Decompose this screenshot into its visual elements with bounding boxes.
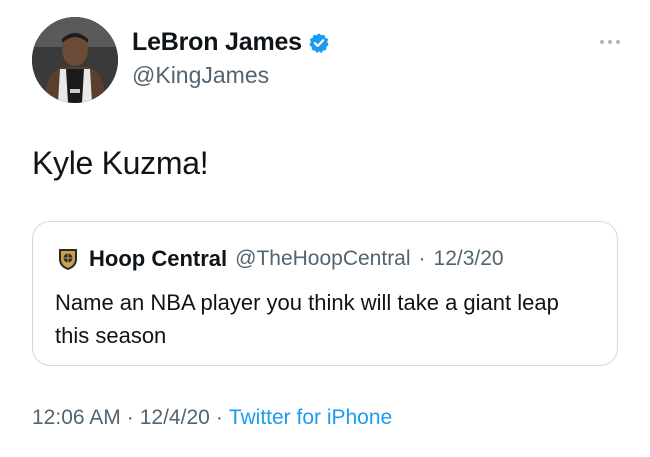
quoted-tweet-header: Hoop Central @TheHoopCentral · 12/3/20 (55, 246, 504, 272)
quoted-tweet-text: Name an NBA player you think will take a… (55, 290, 559, 348)
tweet-time[interactable]: 12:06 AM (32, 406, 121, 430)
more-dot (608, 40, 612, 44)
more-options-icon[interactable] (600, 40, 620, 44)
author-name-row: LeBron James (132, 28, 330, 57)
hoop-central-logo-icon[interactable] (55, 246, 81, 272)
tweet-text: Kyle Kuzma! (32, 145, 209, 181)
quoted-author-name[interactable]: Hoop Central (89, 246, 227, 272)
quoted-author-handle[interactable]: @TheHoopCentral (235, 247, 410, 271)
author-avatar[interactable] (32, 17, 118, 103)
quoted-separator: · (418, 247, 426, 270)
quoted-tweet[interactable]: Hoop Central @TheHoopCentral · 12/3/20 N… (32, 221, 618, 366)
tweet-metadata: 12:06 AM · 12/4/20 · Twitter for iPhone (32, 406, 392, 430)
tweet-date[interactable]: 12/4/20 (140, 406, 210, 430)
tweet-card: LeBron James @KingJames Kyle Kuzma! Hoop… (0, 0, 650, 457)
more-dot (616, 40, 620, 44)
verified-badge-icon (308, 32, 330, 54)
meta-separator: · (126, 406, 134, 429)
quoted-date[interactable]: 12/3/20 (434, 247, 504, 271)
tweet-source-link[interactable]: Twitter for iPhone (229, 406, 392, 430)
meta-separator: · (215, 406, 223, 429)
author-display-name[interactable]: LeBron James (132, 28, 302, 57)
more-dot (600, 40, 604, 44)
author-handle[interactable]: @KingJames (132, 62, 269, 89)
user-avatar-icon (32, 17, 118, 103)
